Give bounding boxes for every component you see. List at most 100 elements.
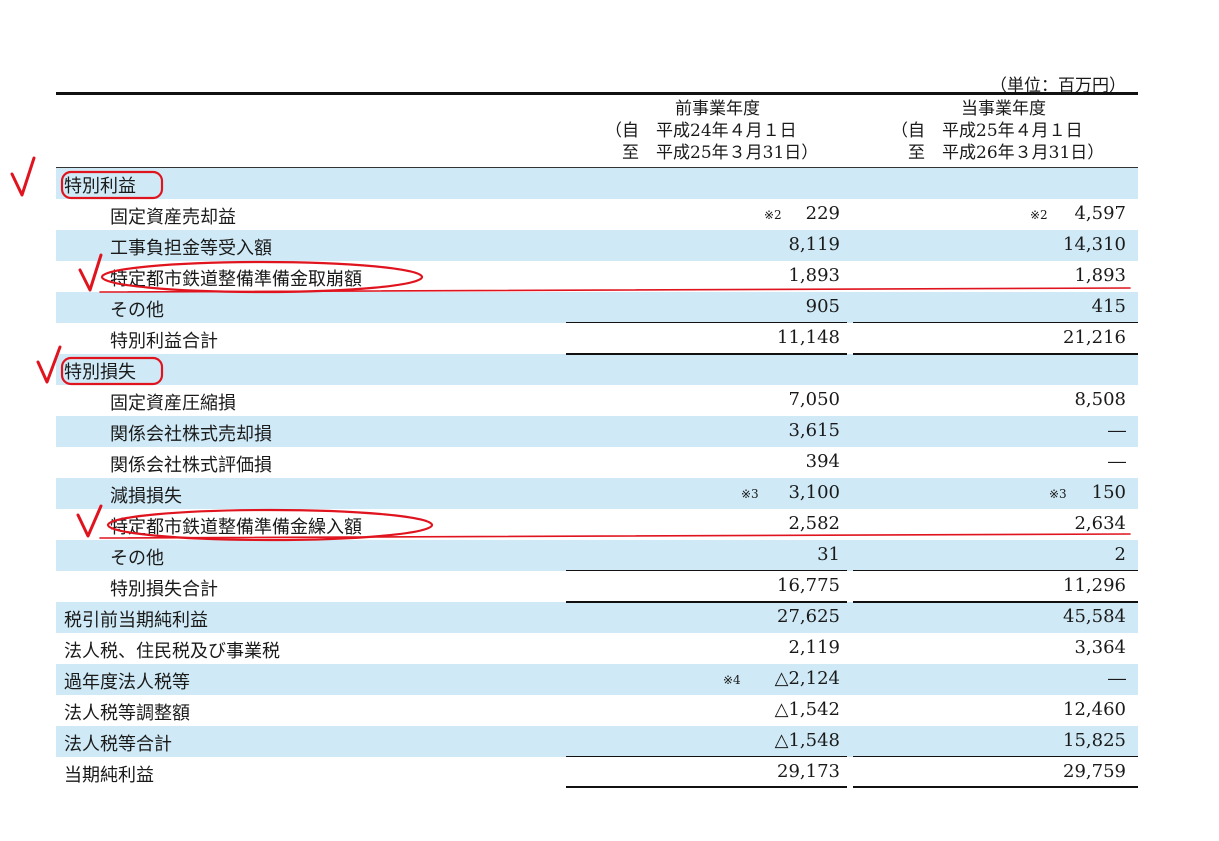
column-header-curr: 当事業年度 （自 平成25年４月１日 至 平成26年３月31日） — [891, 98, 1116, 164]
row-label: 過年度法人税等 — [64, 672, 190, 693]
subtotal-rule — [566, 322, 847, 323]
row-label: 固定資産売却益 — [110, 207, 236, 228]
row-label: 関係会社株式売却損 — [110, 424, 272, 445]
prev-value: 2,582 — [788, 513, 840, 534]
curr-value: 415 — [1091, 296, 1126, 317]
row-label: 固定資産圧縮損 — [110, 393, 236, 414]
prev-value: 2,119 — [788, 637, 840, 658]
prev-value: 229 — [805, 203, 840, 224]
prev-value: 11,148 — [777, 327, 840, 348]
curr-value: ― — [1108, 451, 1126, 472]
curr-value: 12,460 — [1063, 699, 1126, 720]
prev-value: 27,625 — [777, 606, 840, 627]
row-label: 減損損失 — [110, 486, 182, 507]
table-row: 当期純利益 29,173 29,759 — [56, 757, 1138, 788]
row-label: 特定都市鉄道整備準備金取崩額 — [110, 269, 362, 290]
prev-value: △2,124 — [774, 668, 840, 689]
table-row: 工事負担金等受入額 8,119 14,310 — [56, 230, 1138, 261]
row-label: 特別利益合計 — [110, 331, 218, 352]
curr-value: 1,893 — [1074, 265, 1126, 286]
prev-value: 905 — [805, 296, 840, 317]
curr-value: 4,597 — [1074, 203, 1126, 224]
row-label: その他 — [110, 300, 164, 321]
bottom-rule — [853, 786, 1138, 788]
curr-value: 29,759 — [1063, 761, 1126, 782]
row-label: 特定都市鉄道整備準備金繰入額 — [110, 517, 362, 538]
prev-value: △1,542 — [774, 699, 840, 720]
table-row: 関係会社株式売却損 3,615 ― — [56, 416, 1138, 447]
row-label: 特別損失合計 — [110, 579, 218, 600]
prev-value: △1,548 — [774, 730, 840, 751]
row-label: 法人税等合計 — [64, 734, 172, 755]
table-row: 法人税等合計 △1,548 15,825 — [56, 726, 1138, 757]
row-label: その他 — [110, 548, 164, 569]
row-label: 特別利益 — [64, 176, 136, 197]
curr-year-to: 至 平成26年３月31日） — [908, 143, 1105, 163]
subtotal-rule — [853, 322, 1138, 323]
prev-value: 29,173 — [777, 761, 840, 782]
top-rule — [56, 92, 1138, 95]
subtotal-rule — [853, 570, 1138, 571]
table-row: 特定都市鉄道整備準備金繰入額 2,582 2,634 — [56, 509, 1138, 540]
prev-value: 16,775 — [777, 575, 840, 596]
prev-value: 8,119 — [788, 234, 840, 255]
curr-value: 15,825 — [1063, 730, 1126, 751]
table-row: 法人税等調整額 △1,542 12,460 — [56, 695, 1138, 726]
table-row: 減損損失 ※3 3,100 ※3 150 — [56, 478, 1138, 509]
curr-value: 21,216 — [1063, 327, 1126, 348]
row-label: 法人税、住民税及び事業税 — [64, 641, 280, 662]
note-ref: ※2 — [1030, 208, 1048, 222]
subtotal-rule — [853, 353, 1138, 355]
subtotal-rule — [853, 756, 1138, 757]
row-label: 当期純利益 — [64, 765, 154, 786]
bottom-rule — [566, 786, 847, 788]
curr-value: 8,508 — [1074, 389, 1126, 410]
prev-value: 394 — [805, 451, 840, 472]
curr-value: ― — [1108, 668, 1126, 689]
prev-value: 3,615 — [788, 420, 840, 441]
table-row: 税引前当期純利益 27,625 45,584 — [56, 602, 1138, 633]
note-ref: ※3 — [741, 487, 759, 501]
row-label: 関係会社株式評価損 — [110, 455, 272, 476]
prev-value: 1,893 — [788, 265, 840, 286]
curr-value: 3,364 — [1074, 637, 1126, 658]
table-row: 特別利益 — [56, 168, 1138, 199]
table-row: その他 905 415 — [56, 292, 1138, 323]
prev-value: 31 — [817, 544, 840, 565]
note-ref: ※4 — [723, 673, 741, 687]
subtotal-rule — [566, 353, 847, 355]
row-label: 法人税等調整額 — [64, 703, 190, 724]
row-label: 特別損失 — [64, 362, 136, 383]
curr-year-from: （自 平成25年４月１日 — [891, 121, 1083, 141]
curr-value: ― — [1108, 420, 1126, 441]
curr-value: 2,634 — [1074, 513, 1126, 534]
subtotal-rule — [566, 756, 847, 757]
table-row: 固定資産売却益 ※2 229 ※2 4,597 — [56, 199, 1138, 230]
subtotal-rule — [566, 601, 847, 603]
table-row: 特別利益合計 11,148 21,216 — [56, 323, 1138, 354]
table-row: 特定都市鉄道整備準備金取崩額 1,893 1,893 — [56, 261, 1138, 292]
row-label: 工事負担金等受入額 — [110, 238, 272, 259]
prev-value: 7,050 — [788, 389, 840, 410]
curr-value: 11,296 — [1063, 575, 1126, 596]
table-row: 関係会社株式評価損 394 ― — [56, 447, 1138, 478]
prev-year-from: （自 平成24年４月１日 — [605, 121, 797, 141]
row-label: 税引前当期純利益 — [64, 610, 208, 631]
curr-value: 150 — [1091, 482, 1126, 503]
table-row: 特別損失 — [56, 354, 1138, 385]
column-header-prev: 前事業年度 （自 平成24年４月１日 至 平成25年３月31日） — [605, 98, 830, 164]
curr-year-title: 当事業年度 — [961, 99, 1046, 119]
subtotal-rule — [566, 570, 847, 571]
prev-year-title: 前事業年度 — [675, 99, 760, 119]
table-row: 法人税、住民税及び事業税 2,119 3,364 — [56, 633, 1138, 664]
prev-value: 3,100 — [788, 482, 840, 503]
table-row: 過年度法人税等 ※4 △2,124 ― — [56, 664, 1138, 695]
table-row: 特別損失合計 16,775 11,296 — [56, 571, 1138, 602]
curr-value: 14,310 — [1063, 234, 1126, 255]
table-row: その他 31 2 — [56, 540, 1138, 571]
subtotal-rule — [853, 601, 1138, 603]
table-row: 固定資産圧縮損 7,050 8,508 — [56, 385, 1138, 416]
checkmark-icon — [10, 156, 36, 197]
note-ref: ※2 — [764, 208, 782, 222]
curr-value: 2 — [1114, 544, 1126, 565]
